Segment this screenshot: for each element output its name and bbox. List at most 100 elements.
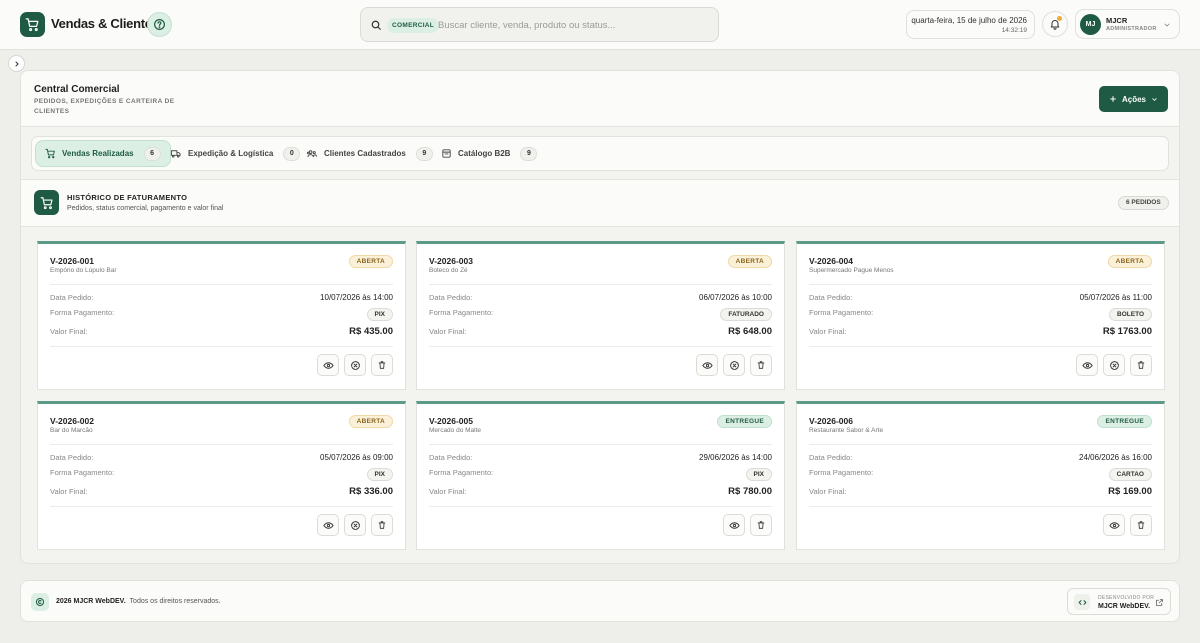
field-label: Valor Final:	[429, 487, 467, 496]
field-label: Forma Pagamento:	[50, 308, 115, 317]
search-scope-badge[interactable]: COMERCIAL	[387, 18, 440, 33]
order-total: R$ 1763.00	[1102, 326, 1152, 337]
order-id: V-2026-005	[429, 416, 473, 426]
order-actions	[317, 354, 393, 376]
divider	[809, 346, 1152, 347]
trash-icon	[378, 521, 386, 529]
order-total: R$ 336.00	[349, 486, 393, 497]
eye-icon	[1108, 521, 1120, 529]
status-badge: ABERTA	[727, 255, 772, 268]
order-actions	[723, 514, 772, 536]
copyright-icon	[35, 597, 45, 607]
code-icon	[1078, 599, 1086, 605]
divider	[429, 444, 772, 445]
delete-order-button[interactable]	[750, 514, 772, 536]
page-title: Central Comercial	[34, 84, 120, 95]
commercial-panel: Central Comercial PEDIDOS, EXPEDIÇÕES E …	[20, 70, 1180, 564]
order-card: V-2026-004 Supermercado Pague Menos ABER…	[796, 241, 1165, 390]
view-order-button[interactable]	[723, 514, 745, 536]
order-card: V-2026-005 Mercado do Malte ENTREGUE Dat…	[416, 401, 785, 550]
field-label: Valor Final:	[429, 327, 467, 336]
payment-badge: BOLETO	[1109, 308, 1152, 321]
plus-icon	[1110, 96, 1116, 102]
trash-icon	[378, 361, 386, 369]
order-id: V-2026-004	[809, 256, 853, 266]
developer-name: MJCR WebDEV.	[1098, 603, 1151, 610]
order-card: V-2026-003 Boteco do Zé ABERTA Data Pedi…	[416, 241, 785, 390]
order-id: V-2026-001	[50, 256, 94, 266]
actions-button[interactable]: Ações	[1099, 86, 1168, 112]
view-order-button[interactable]	[1103, 514, 1125, 536]
search-input[interactable]	[438, 16, 708, 35]
order-card: V-2026-001 Empório do Lúpulo Bar ABERTA …	[37, 241, 406, 390]
field-label: Data Pedido:	[50, 453, 94, 462]
trash-icon	[757, 361, 765, 369]
divider	[50, 346, 393, 347]
order-date-row: Data Pedido: 24/06/2026 às 16:00	[809, 453, 1152, 462]
panel-header: Central Comercial PEDIDOS, EXPEDIÇÕES E …	[21, 71, 1179, 127]
x-circle-icon	[350, 360, 360, 370]
order-date-row: Data Pedido: 05/07/2026 às 09:00	[50, 453, 393, 462]
divider	[50, 444, 393, 445]
help-button[interactable]	[147, 12, 172, 37]
divider	[50, 284, 393, 285]
app-logo[interactable]	[20, 12, 45, 37]
user-name: MJCR	[1106, 16, 1128, 25]
view-order-button[interactable]	[1076, 354, 1098, 376]
field-label: Forma Pagamento:	[809, 468, 874, 477]
actions-button-label: Ações	[1121, 94, 1146, 104]
user-role: ADMINISTRADOR	[1106, 26, 1157, 32]
status-badge: ABERTA	[348, 255, 393, 268]
order-client: Empório do Lúpulo Bar	[50, 267, 117, 274]
notification-dot	[1057, 16, 1062, 21]
order-payment-row: Forma Pagamento: CARTAO	[809, 468, 1152, 481]
field-label: Data Pedido:	[429, 293, 473, 302]
cancel-order-button[interactable]	[723, 354, 745, 376]
delete-order-button[interactable]	[371, 354, 393, 376]
field-label: Forma Pagamento:	[50, 468, 115, 477]
delete-order-button[interactable]	[1130, 354, 1152, 376]
cancel-order-button[interactable]	[344, 514, 366, 536]
field-label: Forma Pagamento:	[429, 308, 494, 317]
order-payment-row: Forma Pagamento: PIX	[429, 468, 772, 481]
order-client: Mercado do Malte	[429, 427, 482, 434]
status-badge: ABERTA	[1107, 255, 1152, 268]
page-subtitle: PEDIDOS, EXPEDIÇÕES E CARTEIRA DE CLIENT…	[34, 98, 175, 115]
eye-icon	[728, 521, 740, 529]
tab-expedicao-logistica[interactable]: Expedição & Logística 0	[161, 140, 309, 167]
trash-icon	[1137, 521, 1145, 529]
divider	[809, 506, 1152, 507]
field-label: Valor Final:	[50, 327, 88, 336]
notifications-button[interactable]	[1042, 11, 1068, 37]
code-badge	[1074, 594, 1090, 610]
delete-order-button[interactable]	[371, 514, 393, 536]
view-order-button[interactable]	[696, 354, 718, 376]
view-order-button[interactable]	[317, 354, 339, 376]
cancel-order-button[interactable]	[344, 354, 366, 376]
order-date: 24/06/2026 às 16:00	[1079, 453, 1152, 462]
user-menu[interactable]: MJ MJCR ADMINISTRADOR	[1075, 9, 1180, 39]
order-total: R$ 648.00	[728, 326, 772, 337]
cancel-order-button[interactable]	[1103, 354, 1125, 376]
payment-badge: PIX	[745, 468, 772, 481]
field-label: Data Pedido:	[809, 293, 853, 302]
help-circle-icon	[154, 19, 165, 30]
order-total: R$ 435.00	[349, 326, 393, 337]
order-id: V-2026-002	[50, 416, 94, 426]
delete-order-button[interactable]	[750, 354, 772, 376]
order-date-row: Data Pedido: 05/07/2026 às 11:00	[809, 293, 1152, 302]
tab-label: Vendas Realizadas	[62, 149, 134, 158]
trash-icon	[1137, 361, 1145, 369]
sidebar-toggle-button[interactable]	[8, 55, 25, 72]
section-subtitle: Pedidos, status comercial, pagamento e v…	[67, 205, 224, 212]
tab-vendas-realizadas[interactable]: Vendas Realizadas 6	[35, 140, 171, 167]
tab-clientes-cadastrados[interactable]: Clientes Cadastrados 9	[297, 140, 442, 167]
eye-icon	[322, 361, 334, 369]
divider	[429, 284, 772, 285]
view-order-button[interactable]	[317, 514, 339, 536]
developer-link[interactable]: DESENVOLVIDO POR MJCR WebDEV.	[1067, 588, 1171, 615]
payment-badge: FATURADO	[720, 308, 772, 321]
delete-order-button[interactable]	[1130, 514, 1152, 536]
shopping-cart-icon	[40, 196, 53, 209]
tab-catalogo-b2b[interactable]: Catálogo B2B 9	[432, 140, 546, 167]
